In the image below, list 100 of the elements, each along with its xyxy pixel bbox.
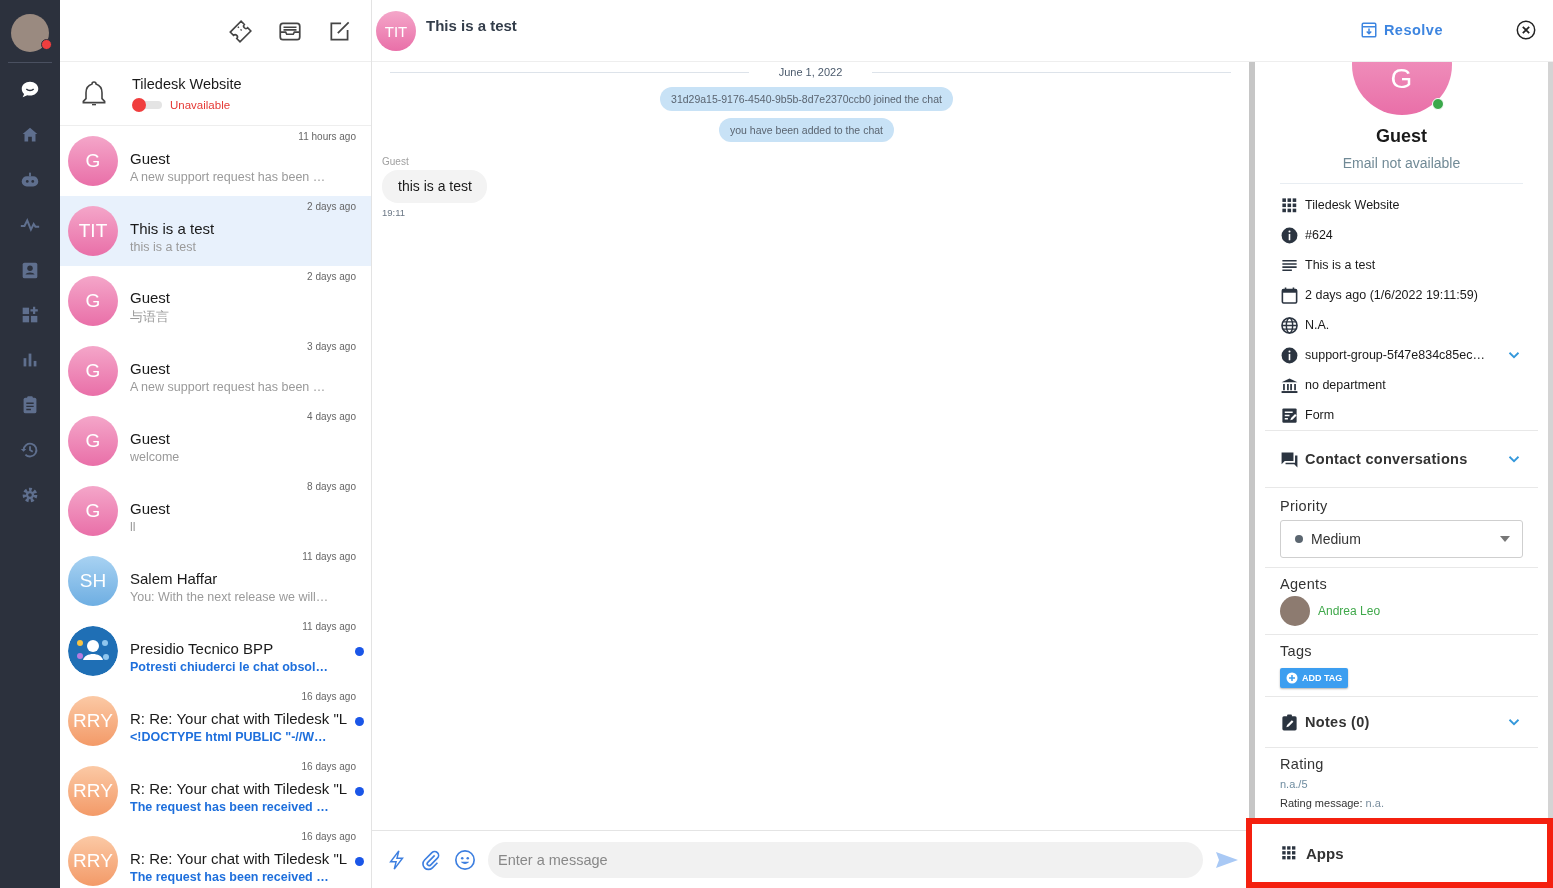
conversation-item[interactable]: RRY 16 days ago R: Re: Your chat with Tiledesk "L The request has been received …	[60, 826, 371, 888]
archive-icon	[1359, 21, 1378, 39]
unread-dot	[355, 716, 364, 726]
chat-avatar: TIT	[376, 11, 416, 51]
conversation-item[interactable]: G 4 days ago Guest welcome	[60, 406, 371, 476]
conversation-preview: ll	[130, 520, 137, 534]
conversation-title: R: Re: Your chat with Tiledesk "L	[130, 710, 349, 727]
avatar-initials: SH	[68, 556, 118, 606]
conversation-time: 4 days ago	[307, 411, 356, 422]
unread-dot	[355, 786, 364, 796]
conversation-item[interactable]: TIT 2 days ago This is a test this is a test	[60, 196, 371, 266]
conversation-item[interactable]: G 8 days ago Guest ll	[60, 476, 371, 546]
conversation-time: 11 days ago	[302, 551, 356, 562]
conversation-preview: <!DOCTYPE html PUBLIC "-//W…	[130, 730, 328, 744]
dropdown-caret-icon	[1500, 536, 1510, 542]
conversation-preview: A new support request has been …	[130, 380, 327, 394]
support-agent-avatar	[68, 626, 118, 676]
conversation-preview: The request has been received …	[130, 800, 330, 814]
note-edit-icon	[1280, 712, 1299, 732]
conversation-title: Guest	[130, 500, 172, 517]
attachment-icon[interactable]	[420, 848, 442, 871]
contact-email: Email not available	[1341, 155, 1462, 171]
contact-name: Guest	[1375, 126, 1428, 147]
conversation-title: Salem Haffar	[130, 570, 219, 587]
priority-dropdown[interactable]: Medium	[1280, 520, 1523, 558]
send-icon[interactable]	[1215, 849, 1239, 870]
conversation-item[interactable]: SH 11 days ago Salem Haffar You: With the next release we will…	[60, 546, 371, 616]
date-divider: June 1, 2022	[778, 66, 843, 78]
conversation-item[interactable]: 11 days ago Presidio Tecnico BPP Potresti chiuderci le chat obsol…	[60, 616, 371, 686]
calendar-icon	[1280, 285, 1299, 305]
detail-text: This is a test	[1305, 258, 1376, 272]
detail-text: no department	[1305, 378, 1386, 392]
conversation-item[interactable]: G 11 hours ago Guest A new support request has been …	[60, 126, 371, 196]
conversation-time: 11 days ago	[302, 621, 356, 632]
system-message: 31d29a15-9176-4540-9b5b-8d7e2370ccb0 joined the chat	[660, 87, 953, 111]
conversation-title: Guest	[130, 430, 172, 447]
close-icon[interactable]	[1515, 19, 1537, 41]
section-label: Rating	[1280, 756, 1325, 772]
unread-dot	[355, 856, 364, 866]
building-icon	[1280, 375, 1299, 395]
form-icon	[1280, 405, 1299, 425]
conversation-title: R: Re: Your chat with Tiledesk "L	[130, 780, 349, 797]
detail-text: N.A.	[1305, 318, 1330, 332]
conversation-preview: A new support request has been …	[130, 170, 327, 184]
user-avatar[interactable]	[11, 14, 49, 52]
grid-icon	[1280, 844, 1298, 862]
emoji-icon[interactable]	[454, 848, 476, 871]
conversation-preview: 与语言	[130, 308, 170, 326]
availability-status: Unavailable	[170, 98, 231, 111]
conversation-title: This is a test	[130, 220, 216, 237]
conversation-time: 3 days ago	[307, 341, 356, 352]
conversation-time: 8 days ago	[307, 481, 356, 492]
section-title: Contact conversations	[1305, 451, 1468, 467]
rating-message: Rating message: n.a.	[1280, 797, 1385, 809]
chat-title: This is a test	[426, 17, 518, 34]
section-label: Priority	[1280, 498, 1329, 514]
conversation-time: 2 days ago	[307, 201, 356, 212]
priority-dot	[1295, 535, 1303, 543]
conversation-item[interactable]: RRY 16 days ago R: Re: Your chat with Tiledesk "L <!DOCTYPE html PUBLIC "-//W…	[60, 686, 371, 756]
chat-bubbles-icon	[1280, 449, 1299, 469]
conversation-time: 16 days ago	[301, 831, 356, 842]
info-icon	[1280, 225, 1299, 245]
avatar-initials: G	[68, 486, 118, 536]
message-input[interactable]: Enter a message	[488, 841, 1203, 878]
availability-toggle[interactable]	[132, 97, 162, 112]
avatar-initials: G	[68, 346, 118, 396]
avatar-initials: G	[68, 136, 118, 186]
conversation-title: R: Re: Your chat with Tiledesk "L	[130, 850, 349, 867]
message-time: 19:11	[382, 207, 407, 218]
avatar-initials: G	[68, 416, 118, 466]
conversation-title: Presidio Tecnico BPP	[130, 640, 275, 657]
conversation-title: Guest	[130, 150, 172, 167]
conversation-item[interactable]: G 3 days ago Guest A new support request has been …	[60, 336, 371, 406]
avatar-initials: TIT	[68, 206, 118, 256]
conversation-time: 11 hours ago	[298, 131, 356, 142]
detail-text: Tiledesk Website	[1305, 198, 1400, 212]
conversation-item[interactable]: G 2 days ago Guest 与语言	[60, 266, 371, 336]
detail-text: support-group-5f47e834c85ec…	[1305, 348, 1485, 362]
sender-name: Guest	[382, 156, 410, 167]
conversation-title: Guest	[130, 288, 172, 306]
system-message: you have been added to the chat	[719, 118, 894, 142]
contact-avatar: G	[1351, 62, 1452, 115]
section-label: Agents	[1280, 576, 1328, 592]
agent-avatar	[1280, 596, 1310, 626]
project-name: Tiledesk Website	[132, 75, 242, 92]
resolve-button[interactable]: Resolve	[1359, 21, 1443, 39]
plus-circle-icon	[1286, 672, 1298, 684]
conversation-time: 16 days ago	[301, 691, 356, 702]
info-icon	[1280, 345, 1299, 365]
message-bubble: this is a test	[382, 170, 487, 203]
conversation-item[interactable]: RRY 16 days ago R: Re: Your chat with Tiledesk "L The request has been received …	[60, 756, 371, 826]
section-label: Tags	[1280, 643, 1313, 659]
detail-text: #624	[1305, 228, 1333, 242]
conversation-preview: welcome	[130, 450, 181, 464]
conversation-time: 16 days ago	[301, 761, 356, 772]
detail-text: 2 days ago (1/6/2022 19:11:59)	[1305, 288, 1478, 302]
conversation-preview: Potresti chiuderci le chat obsol…	[130, 660, 329, 674]
conversation-title: Guest	[130, 360, 172, 377]
apps-bar[interactable]: Apps	[1246, 818, 1553, 888]
apps-label: Apps	[1306, 844, 1344, 862]
